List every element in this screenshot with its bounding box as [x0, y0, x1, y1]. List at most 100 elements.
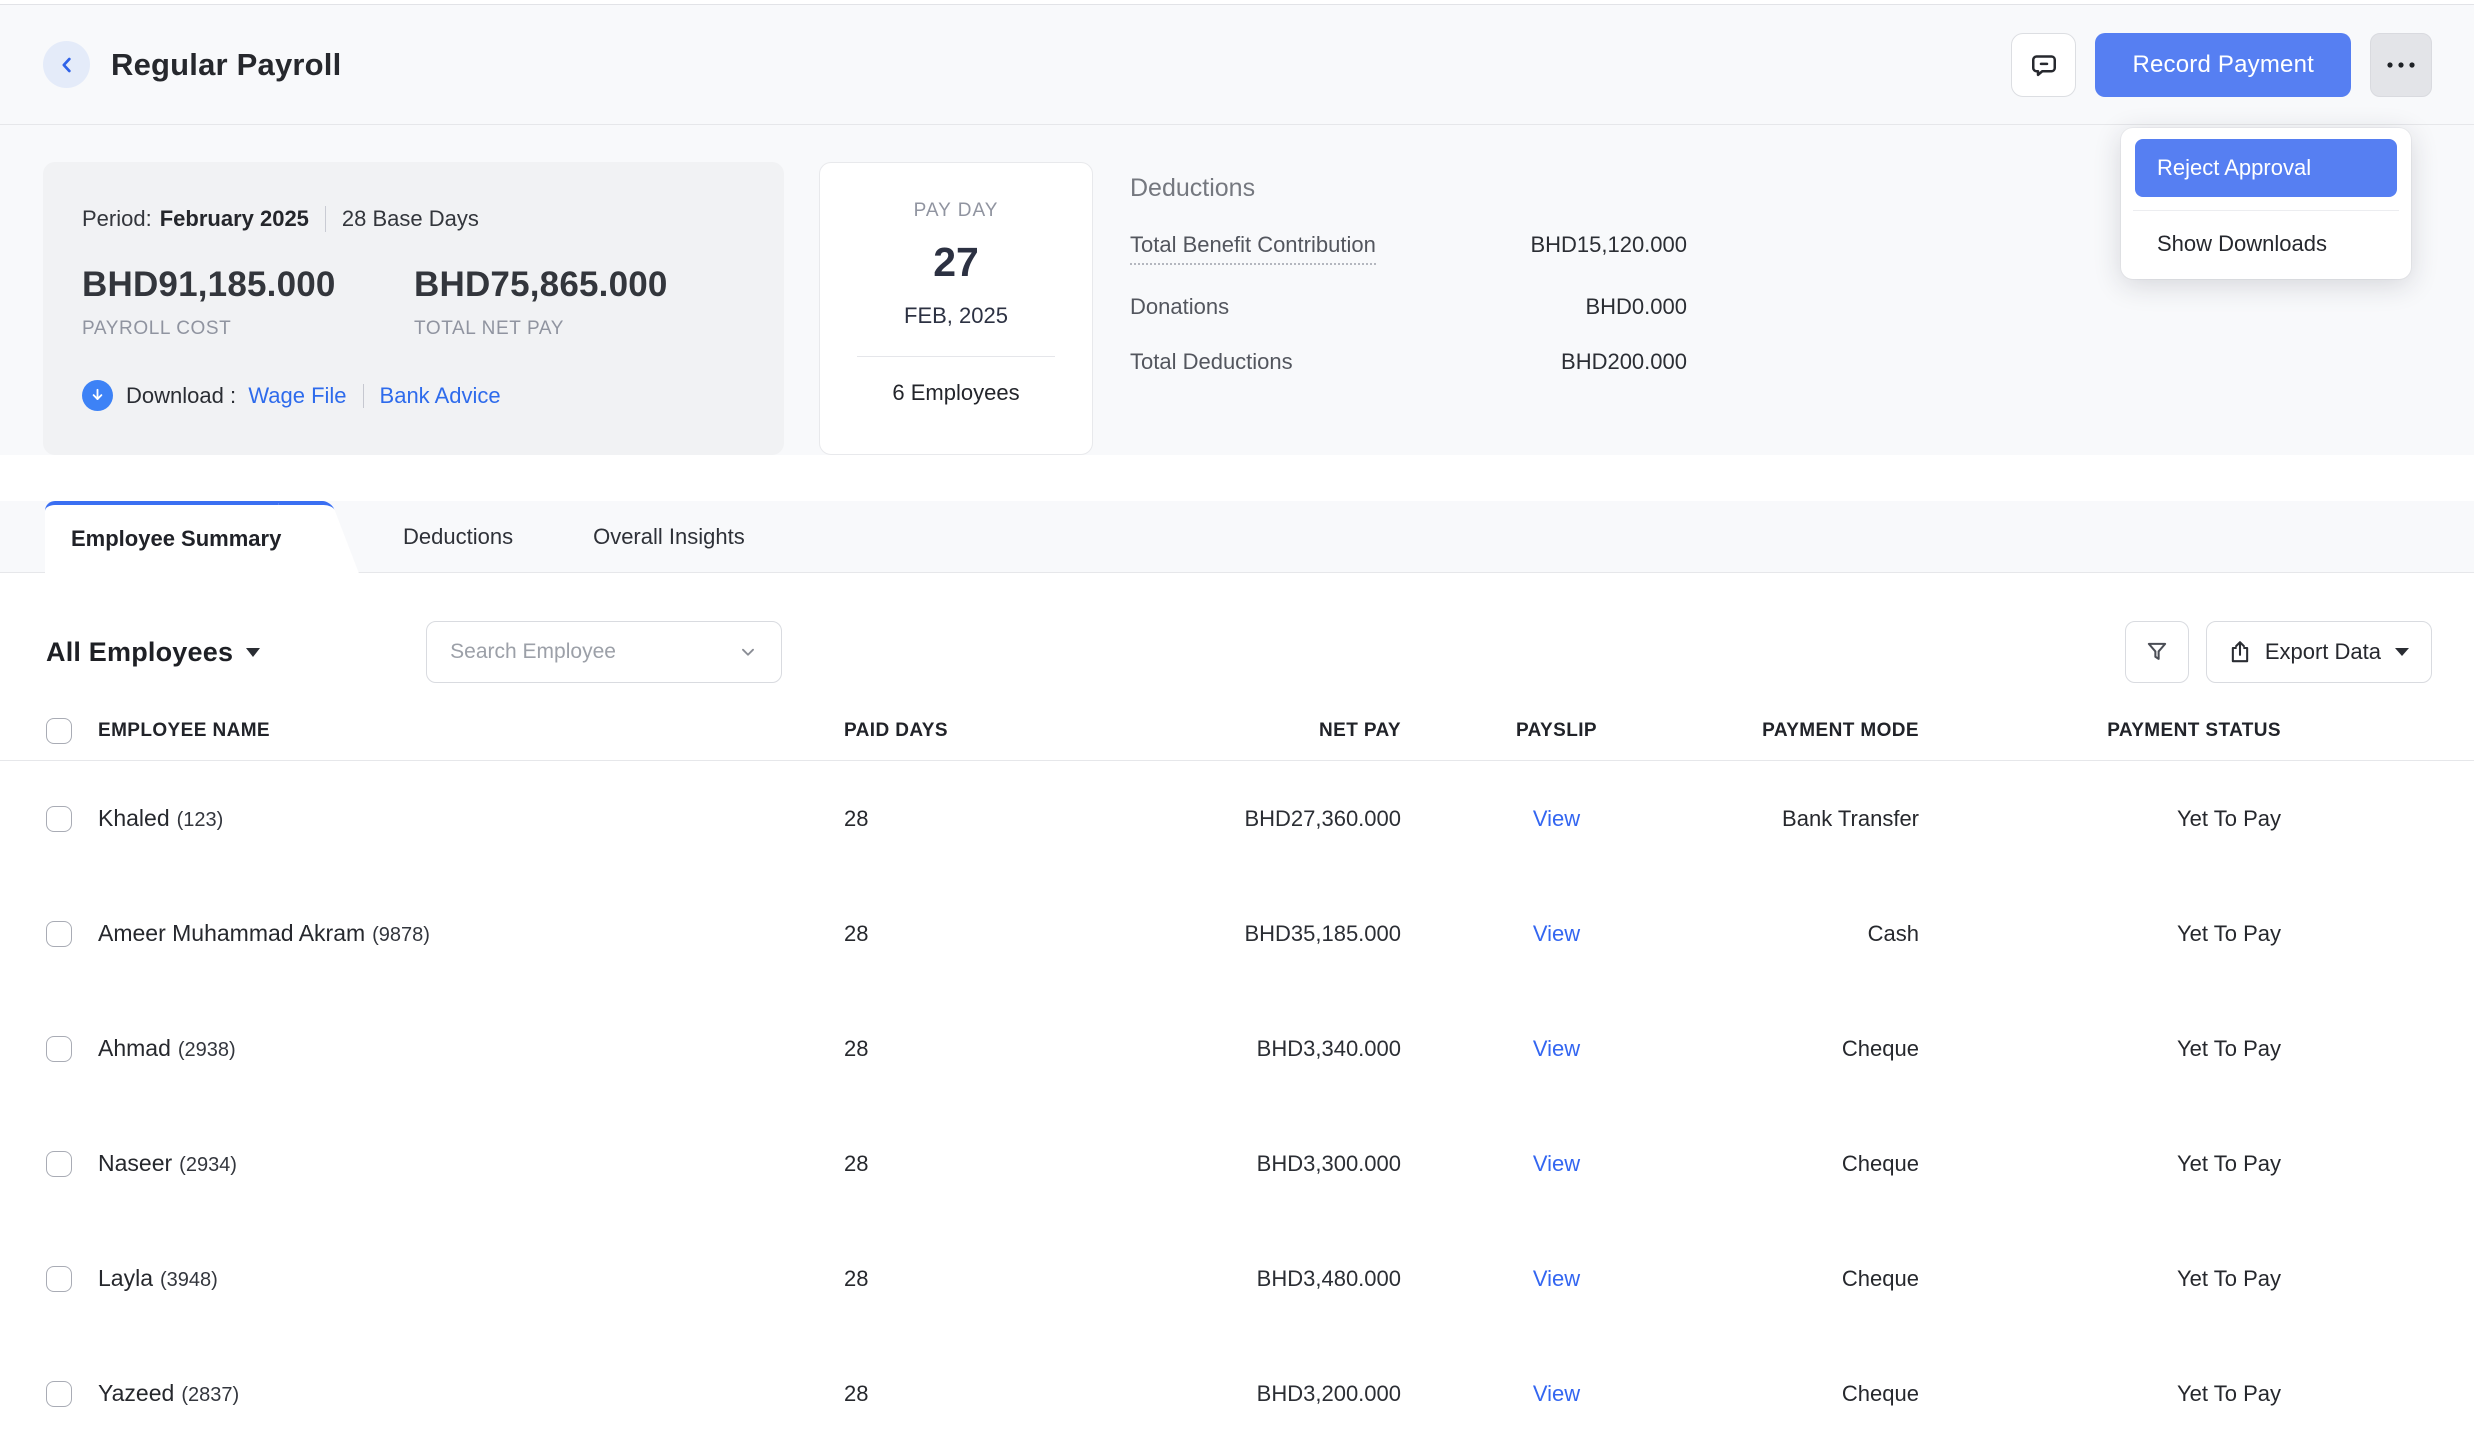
- export-data-label: Export Data: [2265, 639, 2381, 665]
- caret-down-icon: [246, 648, 260, 657]
- col-paid-days: PAID DAYS: [844, 720, 1144, 742]
- employee-scope-dropdown[interactable]: All Employees: [46, 637, 260, 668]
- payroll-summary-card: Period: February 2025 28 Base Days BHD91…: [43, 162, 784, 455]
- download-row: Download : Wage File Bank Advice: [82, 380, 746, 411]
- payment-mode: Cheque: [1712, 1036, 1919, 1062]
- row-checkbox[interactable]: [46, 921, 72, 947]
- payment-status: Yet To Pay: [1919, 1266, 2281, 1292]
- employee-table: EMPLOYEE NAME PAID DAYS NET PAY PAYSLIP …: [0, 701, 2474, 1451]
- employee-id: (2938): [178, 1039, 236, 1061]
- employee-id: (3948): [160, 1269, 218, 1291]
- employee-scope-label: All Employees: [46, 637, 233, 668]
- view-payslip-link[interactable]: View: [1533, 1036, 1580, 1061]
- row-checkbox[interactable]: [46, 1036, 72, 1062]
- period-label: Period:: [82, 206, 152, 232]
- row-checkbox[interactable]: [46, 1151, 72, 1177]
- deduction-row: Total Deductions BHD200.000: [1130, 349, 1687, 375]
- paid-days: 28: [844, 1151, 1144, 1177]
- net-pay: BHD27,360.000: [1144, 806, 1401, 832]
- row-checkbox[interactable]: [46, 1381, 72, 1407]
- payment-mode: Cash: [1712, 921, 1919, 947]
- payment-status: Yet To Pay: [1919, 806, 2281, 832]
- table-header-row: EMPLOYEE NAME PAID DAYS NET PAY PAYSLIP …: [0, 701, 2474, 761]
- view-payslip-link[interactable]: View: [1533, 1266, 1580, 1291]
- toolbar-right: Export Data: [2125, 621, 2432, 683]
- tab-overall-insights[interactable]: Overall Insights: [553, 524, 785, 550]
- menu-item-reject-approval[interactable]: Reject Approval: [2135, 139, 2397, 197]
- payment-status: Yet To Pay: [1919, 1381, 2281, 1407]
- net-pay: BHD35,185.000: [1144, 921, 1401, 947]
- col-payment-mode: PAYMENT MODE: [1712, 720, 1919, 742]
- filter-icon: [2144, 639, 2170, 665]
- deduction-row: Total Benefit Contribution BHD15,120.000: [1130, 232, 1687, 265]
- table-row: Ameer Muhammad Akram (9878) 28 BHD35,185.…: [0, 876, 2474, 991]
- paid-days: 28: [844, 1036, 1144, 1062]
- separator: [325, 206, 326, 232]
- total-net-pay-stat: BHD75,865.000 TOTAL NET PAY: [414, 265, 746, 340]
- employee-name: Ameer Muhammad Akram: [98, 920, 365, 946]
- payday-divider: [857, 356, 1055, 357]
- table-row: Khaled(123) 28 BHD27,360.000 View Bank T…: [0, 761, 2474, 876]
- net-pay: BHD3,200.000: [1144, 1381, 1401, 1407]
- download-icon: [82, 380, 113, 411]
- tab-employee-summary[interactable]: Employee Summary: [45, 501, 321, 573]
- donations-value: BHD0.000: [1585, 294, 1687, 320]
- total-benefit-contribution-label[interactable]: Total Benefit Contribution: [1130, 232, 1376, 265]
- table-body: Khaled(123) 28 BHD27,360.000 View Bank T…: [0, 761, 2474, 1451]
- table-row: Yazeed(2837) 28 BHD3,200.000 View Cheque…: [0, 1336, 2474, 1451]
- total-net-pay-label: TOTAL NET PAY: [414, 318, 746, 340]
- chevron-down-icon: [737, 641, 759, 663]
- base-days: 28 Base Days: [342, 206, 479, 232]
- payment-mode: Cheque: [1712, 1266, 1919, 1292]
- export-data-button[interactable]: Export Data: [2206, 621, 2432, 683]
- total-net-pay-amount: BHD75,865.000: [414, 265, 746, 305]
- payment-status: Yet To Pay: [1919, 921, 2281, 947]
- net-pay: BHD3,300.000: [1144, 1151, 1401, 1177]
- net-pay: BHD3,340.000: [1144, 1036, 1401, 1062]
- record-payment-button[interactable]: Record Payment: [2095, 33, 2351, 97]
- deductions-summary: Deductions Total Benefit Contribution BH…: [1130, 162, 1690, 375]
- employee-id: (9878): [372, 924, 430, 946]
- export-icon: [2227, 639, 2253, 665]
- payday-label: PAY DAY: [820, 200, 1092, 222]
- view-payslip-link[interactable]: View: [1533, 806, 1580, 831]
- wage-file-link[interactable]: Wage File: [248, 383, 346, 409]
- view-payslip-link[interactable]: View: [1533, 921, 1580, 946]
- employee-id: (2837): [181, 1384, 239, 1406]
- paid-days: 28: [844, 806, 1144, 832]
- comments-button[interactable]: [2011, 33, 2076, 97]
- menu-item-show-downloads[interactable]: Show Downloads: [2135, 211, 2397, 265]
- paid-days: 28: [844, 921, 1144, 947]
- payroll-cost-amount: BHD91,185.000: [82, 265, 414, 305]
- payday-employee-count: 6 Employees: [820, 380, 1092, 406]
- bank-advice-link[interactable]: Bank Advice: [380, 383, 501, 409]
- period-row: Period: February 2025 28 Base Days: [82, 206, 746, 232]
- employee-name: Khaled: [98, 805, 170, 831]
- chevron-left-icon: [56, 54, 78, 76]
- ellipsis-icon: [2386, 60, 2416, 70]
- tab-deductions[interactable]: Deductions: [363, 524, 553, 550]
- search-employee-select[interactable]: Search Employee: [426, 621, 782, 683]
- more-actions-button[interactable]: [2370, 33, 2432, 97]
- page-title: Regular Payroll: [111, 47, 341, 83]
- view-payslip-link[interactable]: View: [1533, 1151, 1580, 1176]
- deduction-row: Donations BHD0.000: [1130, 294, 1687, 320]
- employee-summary-panel: All Employees Search Employee Export Dat…: [0, 573, 2474, 1451]
- view-payslip-link[interactable]: View: [1533, 1381, 1580, 1406]
- row-checkbox[interactable]: [46, 1266, 72, 1292]
- separator: [363, 384, 364, 408]
- stats-row: BHD91,185.000 PAYROLL COST BHD75,865.000…: [82, 265, 746, 340]
- payment-mode: Cheque: [1712, 1151, 1919, 1177]
- paid-days: 28: [844, 1266, 1144, 1292]
- net-pay: BHD3,480.000: [1144, 1266, 1401, 1292]
- total-deductions-label: Total Deductions: [1130, 349, 1293, 375]
- table-row: Layla(3948) 28 BHD3,480.000 View Cheque …: [0, 1221, 2474, 1336]
- caret-down-icon: [2395, 648, 2409, 656]
- payment-mode: Cheque: [1712, 1381, 1919, 1407]
- row-checkbox[interactable]: [46, 806, 72, 832]
- select-all-checkbox[interactable]: [46, 718, 72, 744]
- employee-name: Naseer: [98, 1150, 172, 1176]
- col-payslip: PAYSLIP: [1401, 720, 1712, 742]
- filter-button[interactable]: [2125, 621, 2189, 683]
- back-button[interactable]: [43, 41, 90, 88]
